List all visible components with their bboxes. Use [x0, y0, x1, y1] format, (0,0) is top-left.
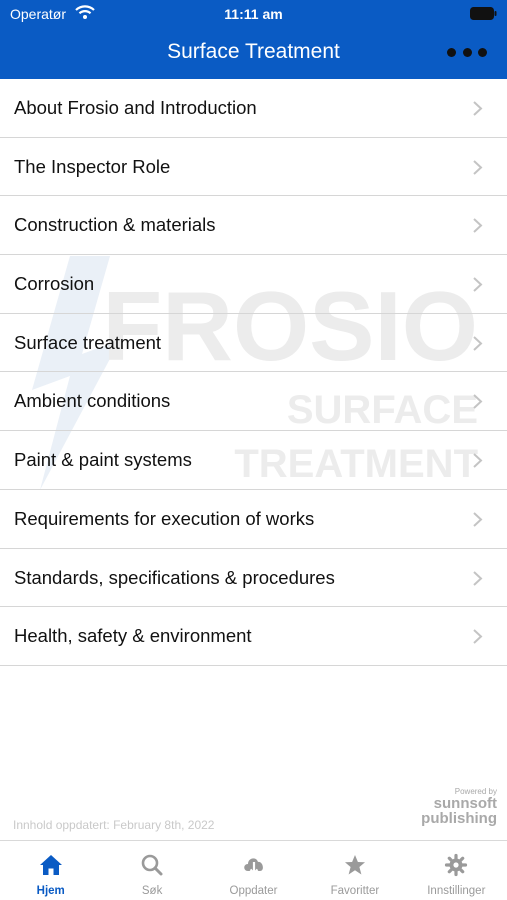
tab-label: Søk: [141, 885, 163, 897]
tab-favorites[interactable]: Favoritter: [304, 841, 405, 900]
page-title: Surface Treatment: [167, 40, 340, 63]
chevron-right-icon: [473, 512, 483, 527]
tab-home[interactable]: Hjem: [0, 841, 101, 900]
list-item-label: Ambient conditions: [14, 390, 171, 412]
list-item-label: About Frosio and Introduction: [14, 97, 257, 118]
chapter-list: About Frosio and Introduction The Inspec…: [0, 79, 507, 666]
search-icon: [141, 854, 163, 876]
list-item[interactable]: About Frosio and Introduction: [0, 79, 507, 138]
list-item-label: Construction & materials: [14, 214, 216, 236]
list-item-label: Requirements for execution of works: [14, 507, 315, 529]
content-updated-text: Innhold oppdatert: February 8th, 2022: [13, 818, 215, 832]
list-item[interactable]: Corrosion: [0, 255, 507, 314]
chevron-right-icon: [473, 394, 483, 410]
chevron-right-icon: [473, 570, 483, 586]
status-bar: Operatør 11:11 am: [0, 0, 507, 28]
sunnsoft-publishing-logo: Powered by sunnsoft publishing: [421, 787, 497, 826]
chevron-right-icon: [473, 453, 483, 468]
list-item[interactable]: Construction & materials: [0, 196, 507, 256]
list-item[interactable]: Requirements for execution of works: [0, 490, 507, 549]
tab-update[interactable]: Oppdater: [203, 841, 304, 900]
list-item-label: Paint & paint systems: [14, 449, 192, 471]
tab-search[interactable]: Søk: [101, 841, 202, 900]
chevron-right-icon: [473, 277, 483, 292]
tab-bar: Hjem Søk Oppdater Favoritter Innstilling…: [0, 840, 507, 900]
list-item-label: Standards, specifications & procedures: [14, 566, 335, 588]
chevron-right-icon: [473, 629, 483, 644]
more-options-button[interactable]: [447, 42, 487, 62]
star-icon: [344, 855, 365, 875]
cloud-download-icon: [243, 858, 263, 875]
tab-label: Oppdater: [229, 885, 278, 897]
list-item[interactable]: Surface treatment: [0, 314, 507, 373]
chevron-right-icon: [473, 101, 483, 116]
navigation-bar: Operatør 11:11 am Surface Treatment: [0, 0, 507, 79]
list-item-label: Health, safety & environment: [14, 625, 252, 647]
list-item-label: Surface treatment: [14, 331, 162, 353]
list-item[interactable]: Paint & paint systems: [0, 431, 507, 490]
chevron-right-icon: [473, 218, 483, 234]
list-item-label: The Inspector Role: [14, 155, 171, 177]
brand-line-1: sunnsoft: [433, 795, 497, 812]
list-item[interactable]: Health, safety & environment: [0, 607, 507, 666]
list-item-label: Corrosion: [14, 273, 95, 295]
more-dot-icon: [462, 47, 472, 57]
chevron-right-icon: [473, 159, 483, 175]
gear-icon: [445, 853, 468, 877]
list-item[interactable]: Standards, specifications & procedures: [0, 549, 507, 608]
status-time: 11:11 am: [224, 6, 283, 22]
list-item[interactable]: The Inspector Role: [0, 138, 507, 197]
home-icon: [39, 855, 62, 875]
list-item[interactable]: Ambient conditions: [0, 372, 507, 432]
brand-line-2: publishing: [421, 810, 497, 827]
battery-icon: [470, 7, 497, 20]
tab-label: Favoritter: [330, 885, 380, 897]
tab-settings[interactable]: Innstillinger: [406, 841, 507, 900]
chevron-right-icon: [473, 336, 483, 351]
tab-label: Innstillinger: [427, 885, 486, 897]
more-dot-icon: [447, 47, 456, 57]
more-dot-icon: [478, 47, 487, 57]
tab-label: Hjem: [36, 885, 65, 897]
